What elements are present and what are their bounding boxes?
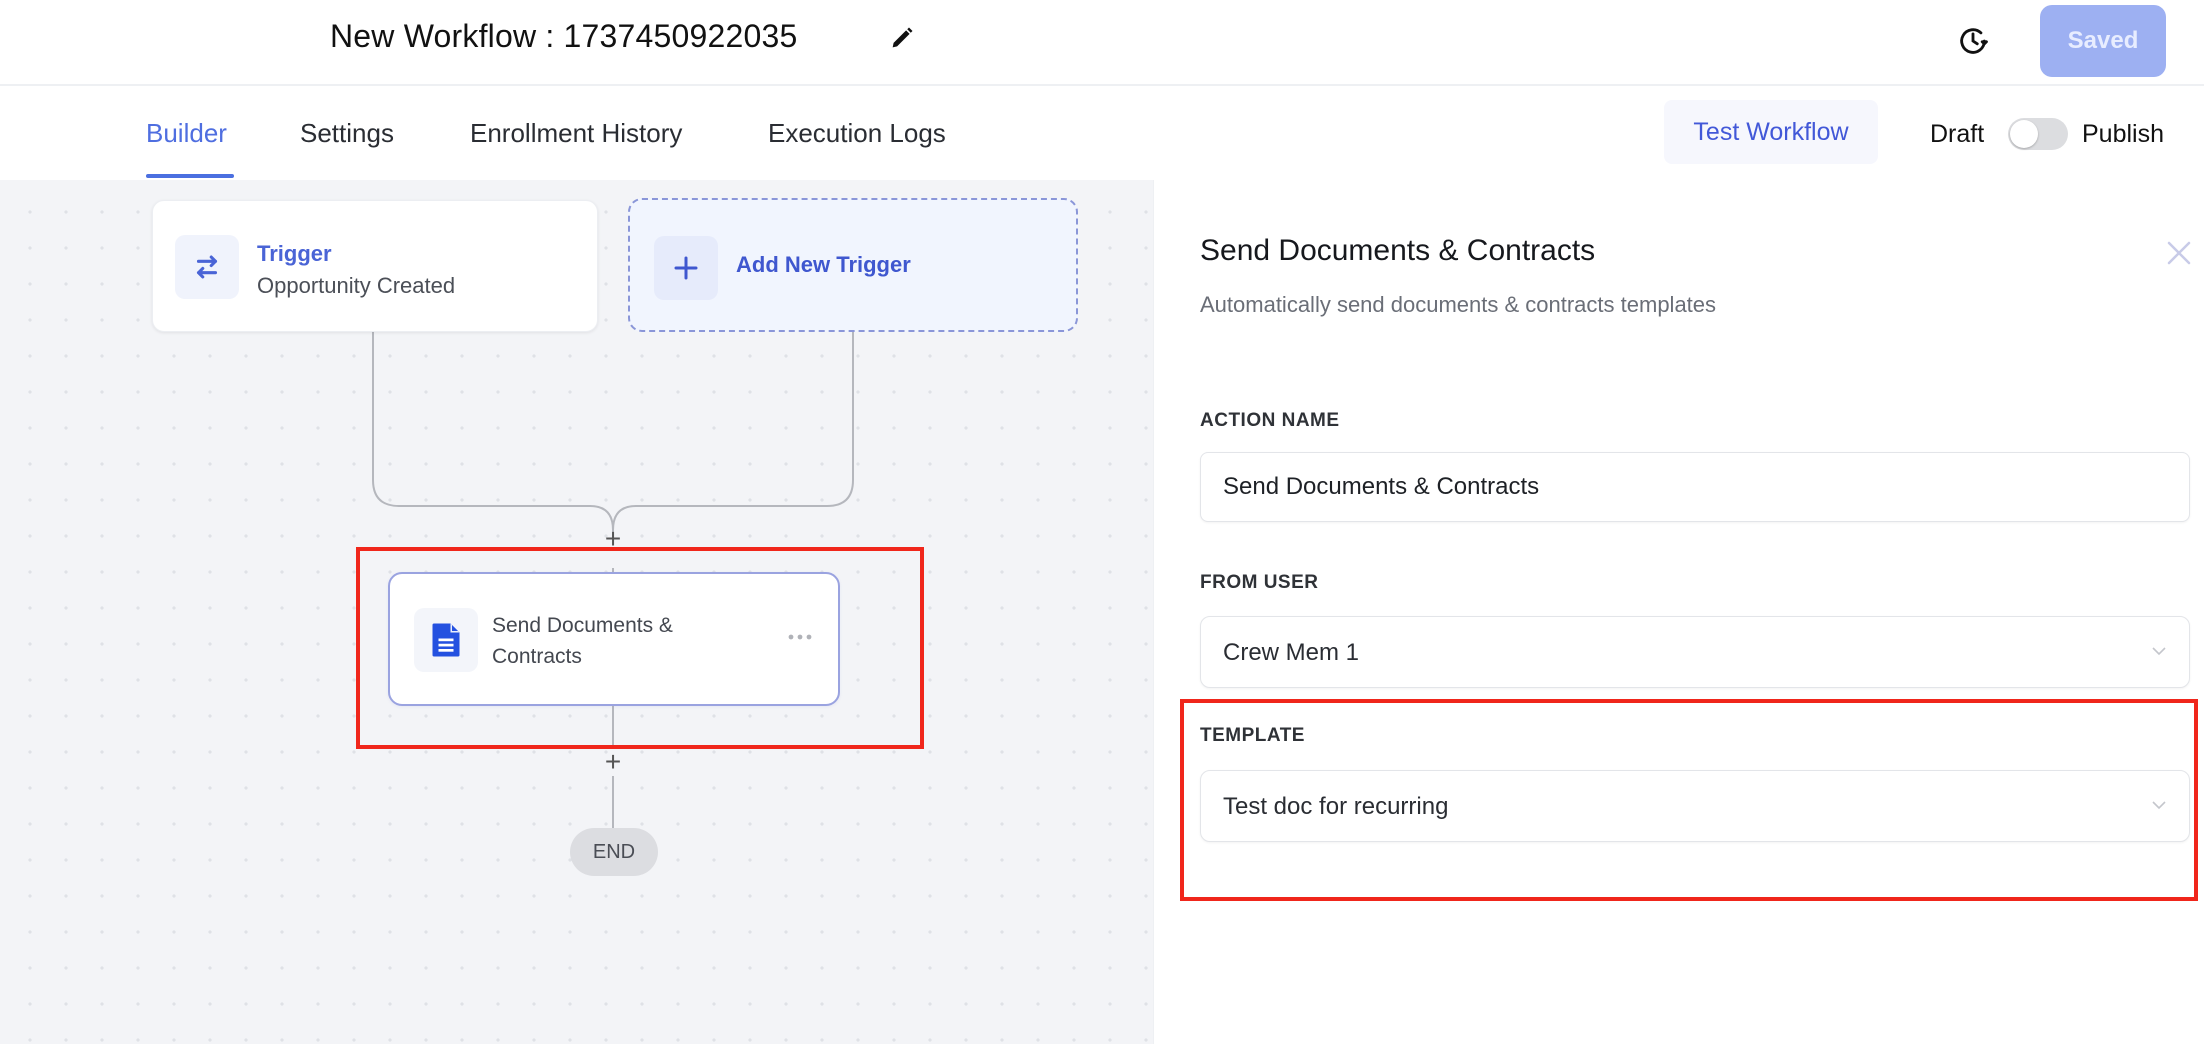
connector-trigger [372, 332, 614, 538]
panel-title: Send Documents & Contracts [1200, 234, 1596, 267]
swap-arrows-icon [196, 255, 218, 279]
add-new-trigger-card[interactable]: Add New Trigger [628, 198, 1078, 332]
add-trigger-icon-tile [654, 236, 718, 300]
add-trigger-label: Add New Trigger [736, 252, 911, 277]
trigger-title: Trigger [257, 241, 332, 266]
action-name-label: ACTION NAME [1200, 410, 1340, 431]
action-name-input[interactable] [1200, 452, 2190, 522]
template-select[interactable]: Test doc for recurring [1200, 770, 2190, 842]
add-step-button[interactable]: + [599, 525, 627, 553]
workflow-title: New Workflow : 1737450922035 [330, 18, 798, 54]
history-clock-icon[interactable] [1956, 24, 1990, 58]
action-settings-panel: Send Documents & Contracts Automatically… [1153, 180, 2204, 1044]
from-user-select[interactable]: Crew Mem 1 [1200, 616, 2190, 688]
pencil-icon[interactable] [888, 24, 916, 52]
panel-description: Automatically send documents & contracts… [1200, 292, 1717, 317]
trigger-card[interactable]: Trigger Opportunity Created [152, 200, 598, 332]
test-workflow-button[interactable]: Test Workflow [1664, 100, 1878, 164]
from-user-value: Crew Mem 1 [1223, 639, 1360, 666]
active-tab-indicator [146, 174, 234, 178]
close-icon[interactable] [2164, 238, 2194, 268]
action-icon-tile [414, 608, 478, 672]
chevron-down-icon [2152, 801, 2166, 810]
add-step-button-after-action[interactable]: + [599, 748, 627, 776]
draft-label: Draft [1930, 120, 1985, 148]
workflow-canvas[interactable]: Trigger Opportunity Created Add New Trig… [0, 180, 1153, 1044]
more-options-icon[interactable] [786, 630, 814, 644]
connector-add-trigger [612, 332, 854, 531]
end-node: END [570, 828, 658, 876]
trigger-event: Opportunity Created [257, 273, 456, 298]
trigger-icon-tile [175, 235, 239, 299]
chevron-down-icon [2152, 647, 2166, 656]
publish-label: Publish [2082, 120, 2164, 148]
tab-settings[interactable]: Settings [300, 118, 394, 149]
from-user-label: FROM USER [1200, 572, 1319, 593]
publish-toggle[interactable] [2008, 118, 2068, 150]
tab-builder[interactable]: Builder [146, 118, 227, 149]
tabs-bar: Builder Settings Enrollment History Exec… [0, 88, 2204, 180]
tab-enrollment-history[interactable]: Enrollment History [470, 118, 682, 149]
tab-execution-logs[interactable]: Execution Logs [768, 118, 946, 149]
template-value: Test doc for recurring [1223, 793, 1449, 820]
plus-icon [674, 256, 698, 280]
saved-button[interactable]: Saved [2040, 5, 2166, 77]
toggle-knob [2010, 120, 2038, 148]
action-label: Send Documents & Contracts [492, 614, 673, 668]
template-label: TEMPLATE [1200, 725, 1305, 746]
action-card-send-documents[interactable]: Send Documents & Contracts [388, 572, 840, 706]
document-icon [432, 623, 460, 657]
top-header: New Workflow : 1737450922035 Saved [0, 0, 2204, 86]
